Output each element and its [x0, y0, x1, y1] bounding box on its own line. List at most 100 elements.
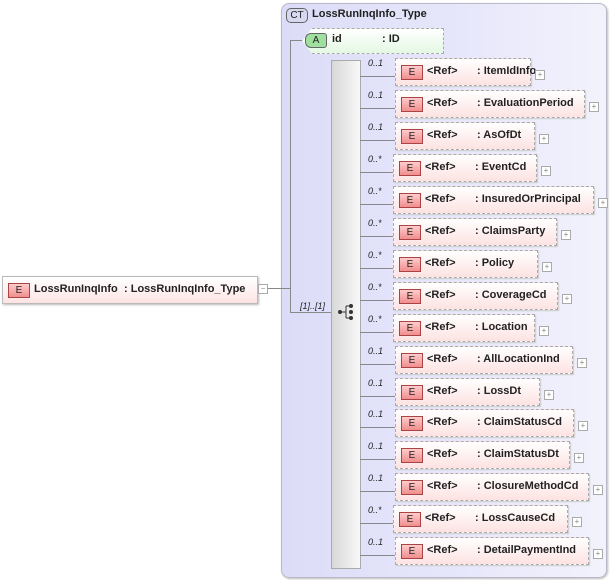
element-ref-item[interactable]: E <Ref> : EvaluationPeriod [395, 89, 585, 118]
root-element-type: : LossRunInqInfo_Type [124, 283, 246, 295]
element-badge: E [401, 128, 423, 144]
expand-button[interactable]: + [562, 293, 572, 304]
element-ref-item[interactable]: E <Ref> : InsuredOrPrincipal [393, 185, 594, 214]
item-name: : EvaluationPeriod [477, 96, 574, 109]
item-cardinality: 0..1 [368, 377, 384, 388]
expand-button[interactable]: + [539, 325, 549, 336]
sequence-icon [338, 304, 353, 320]
element-ref-item[interactable]: E <Ref> : Location [393, 313, 535, 342]
attribute-type: : ID [382, 33, 400, 45]
connector [360, 76, 395, 77]
item-cardinality: 0..1 [368, 58, 384, 68]
expand-button[interactable]: + [593, 549, 603, 560]
element-ref-item[interactable]: E <Ref> : DetailPaymentInd [395, 537, 589, 566]
expand-button[interactable]: + [572, 517, 582, 528]
connector [360, 363, 395, 365]
item-name: : LossCauseCd [475, 512, 556, 525]
expand-button[interactable]: + [589, 101, 599, 112]
element-ref-item[interactable]: E <Ref> : CoverageCd [393, 281, 558, 310]
item-cardinality: 0..1 [368, 89, 384, 100]
expand-button[interactable]: + [598, 197, 608, 208]
item-cardinality: 0..* [368, 249, 382, 260]
item-cardinality: 0..* [368, 153, 382, 164]
expand-button[interactable]: + [561, 229, 571, 240]
item-ref: <Ref> [427, 128, 458, 141]
expand-button[interactable]: + [574, 453, 584, 464]
connector [360, 299, 393, 301]
connector [360, 171, 393, 173]
element-ref-item[interactable]: E <Ref> : Policy [393, 249, 538, 278]
element-ref-item[interactable]: E <Ref> : AsOfDt [395, 121, 535, 150]
expand-button[interactable]: + [539, 133, 549, 144]
element-ref-item[interactable]: E <Ref> : AllLocationInd [395, 345, 573, 374]
item-name: : AllLocationInd [477, 352, 560, 365]
element-badge: E [399, 320, 421, 336]
item-cardinality: 0..1 [368, 473, 384, 484]
complex-type-title: LossRunInqInfo_Type [312, 8, 427, 20]
item-cardinality: 0..* [368, 313, 382, 324]
item-ref: <Ref> [427, 416, 458, 429]
connector [360, 491, 395, 493]
element-ref-item[interactable]: E <Ref> : ClaimsParty [393, 217, 557, 246]
expand-button[interactable]: + [542, 261, 552, 272]
sequence-cardinality: [1]..[1] [300, 301, 326, 311]
expand-button[interactable]: + [535, 70, 545, 80]
element-ref-item[interactable]: E <Ref> : LossDt [395, 377, 540, 406]
item-ref: <Ref> [427, 352, 458, 365]
element-badge: E [399, 288, 421, 304]
item-ref: <Ref> [425, 320, 456, 333]
attribute-badge: A [305, 33, 327, 48]
item-cardinality: 0..* [368, 185, 382, 196]
element-ref-item[interactable]: E <Ref> : ItemIdInfo [395, 58, 536, 86]
item-cardinality: 0..1 [368, 537, 384, 548]
connector [290, 312, 331, 313]
element-badge: E [401, 448, 423, 464]
collapse-button[interactable]: − [258, 284, 268, 294]
item-cardinality: 0..* [368, 281, 382, 292]
item-cardinality: 0..* [368, 217, 382, 228]
item-ref: <Ref> [427, 544, 458, 557]
expand-button[interactable]: + [578, 421, 588, 432]
item-ref: <Ref> [427, 65, 458, 77]
element-badge: E [8, 283, 30, 298]
element-badge: E [401, 480, 423, 496]
element-badge: E [401, 544, 423, 560]
item-ref: <Ref> [425, 224, 456, 237]
item-name: : ClosureMethodCd [477, 480, 579, 493]
item-name: : CoverageCd [475, 288, 547, 301]
element-badge: E [399, 224, 421, 240]
expand-button[interactable]: + [544, 389, 554, 400]
item-name: : ClaimStatusDt [477, 448, 559, 461]
element-ref-item[interactable]: E <Ref> : LossCauseCd [393, 505, 568, 534]
item-name: : ItemIdInfo [477, 65, 537, 77]
connector [360, 427, 395, 429]
expand-button[interactable]: + [593, 485, 603, 496]
connector [360, 139, 395, 141]
connector [360, 267, 393, 269]
item-name: : Policy [475, 256, 515, 269]
expand-button[interactable]: + [541, 165, 551, 176]
item-name: : InsuredOrPrincipal [475, 192, 581, 205]
item-cardinality: 0..* [368, 505, 382, 516]
item-ref: <Ref> [425, 512, 456, 525]
item-name: : Location [475, 320, 528, 333]
expand-button[interactable]: + [577, 357, 587, 368]
element-badge: E [399, 192, 421, 208]
connector [360, 331, 393, 333]
element-badge: E [399, 256, 421, 272]
connector [360, 235, 393, 237]
connector [290, 40, 291, 312]
element-badge: E [401, 352, 423, 368]
item-ref: <Ref> [427, 96, 458, 109]
element-ref-item[interactable]: E <Ref> : ClaimStatusDt [395, 441, 570, 470]
element-ref-item[interactable]: E <Ref> : EventCd [393, 153, 537, 182]
element-badge: E [401, 96, 423, 112]
element-ref-item[interactable]: E <Ref> : ClosureMethodCd [395, 473, 589, 502]
item-name: : ClaimsParty [475, 224, 546, 237]
item-ref: <Ref> [425, 192, 456, 205]
complex-type-badge: CT [286, 8, 308, 23]
item-name: : ClaimStatusCd [477, 416, 562, 429]
element-ref-item[interactable]: E <Ref> : ClaimStatusCd [395, 409, 574, 438]
item-cardinality: 0..1 [368, 121, 384, 132]
element-badge: E [399, 512, 421, 528]
